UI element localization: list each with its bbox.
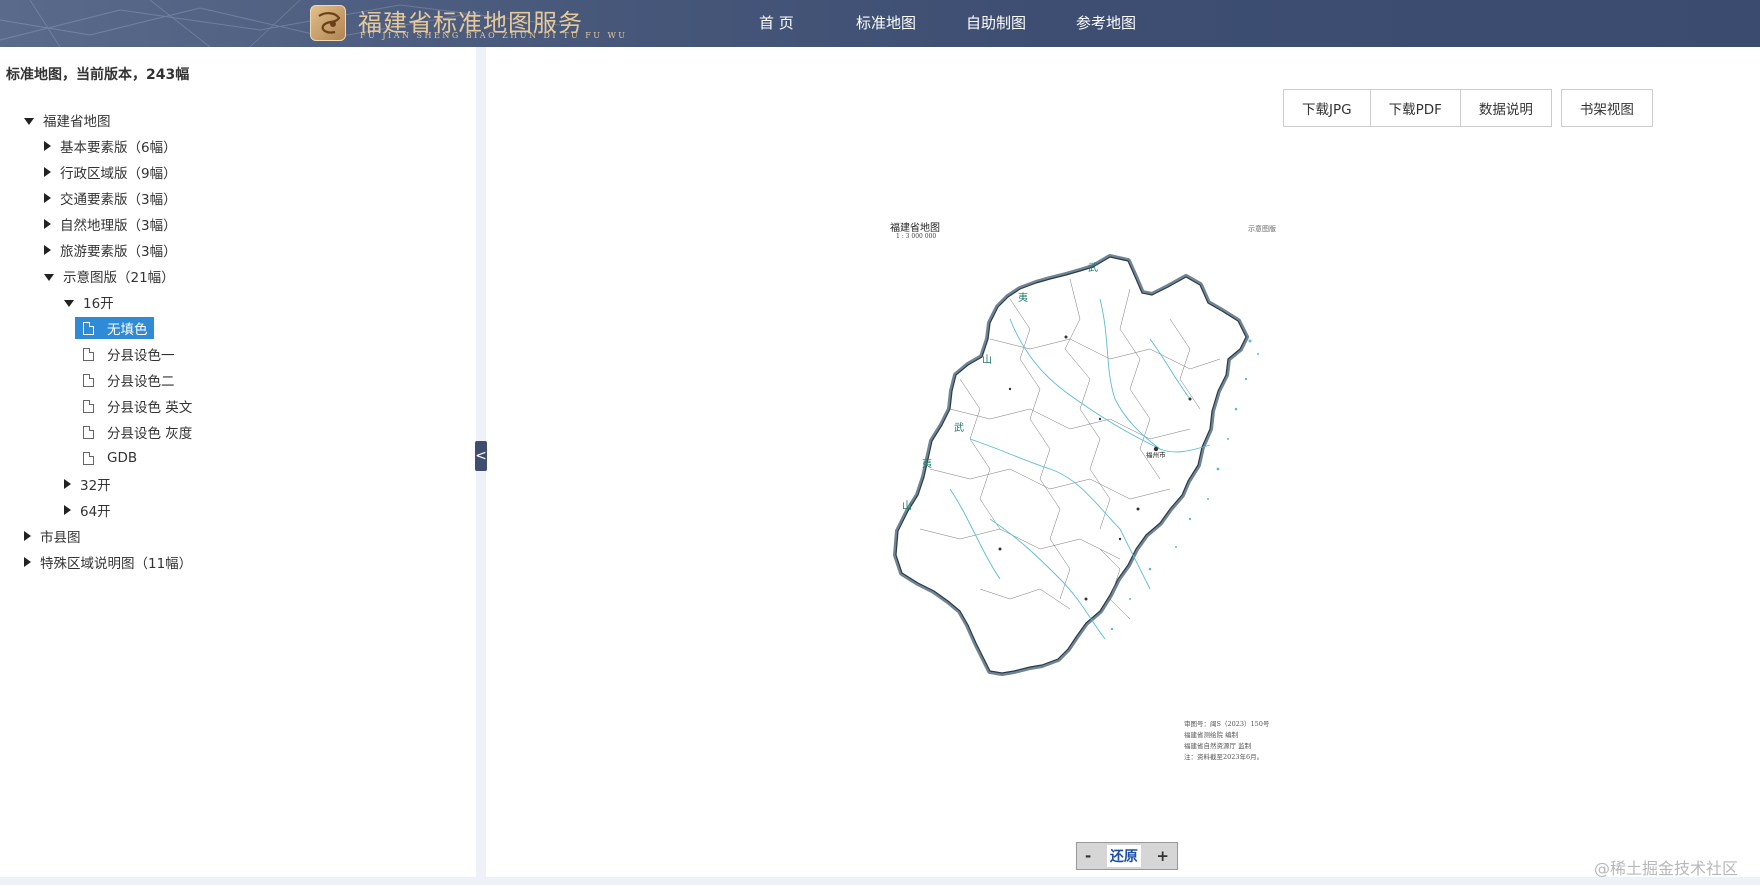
tree-node-64k[interactable]: 64开 bbox=[64, 499, 111, 521]
tree-node-label: 分县设色二 bbox=[107, 374, 175, 390]
download-pdf-button[interactable]: 下载PDF bbox=[1369, 89, 1461, 127]
tree-node-label: 分县设色 灰度 bbox=[107, 426, 193, 442]
caret-right-icon[interactable] bbox=[44, 219, 51, 229]
map-title: 福建省地图 bbox=[890, 223, 940, 234]
caret-right-icon[interactable] bbox=[44, 141, 51, 151]
zoom-out-button[interactable]: - bbox=[1085, 847, 1091, 865]
map-note-line: 福建省自然资源厅 监制 bbox=[1184, 742, 1252, 750]
map-legend-label: 示意图版 bbox=[1248, 225, 1276, 233]
caret-right-icon[interactable] bbox=[44, 167, 51, 177]
svg-text:夷: 夷 bbox=[922, 457, 932, 470]
data-info-button[interactable]: 数据说明 bbox=[1459, 89, 1552, 127]
tree-node-admin[interactable]: 行政区域版（9幅） bbox=[44, 161, 177, 183]
svg-text:山: 山 bbox=[902, 500, 912, 512]
map-toolbar: 下载JPG 下载PDF 数据说明 书架视图 bbox=[1283, 89, 1653, 127]
fujian-province-map: 福州市 武夷山 武夷山 bbox=[893, 254, 1259, 676]
tree-node-schematic[interactable]: 示意图版（21幅） bbox=[44, 265, 175, 287]
tree-node-label: GDB bbox=[107, 450, 138, 466]
tree-node-16k[interactable]: 16开 bbox=[64, 291, 114, 313]
caret-right-icon[interactable] bbox=[44, 193, 51, 203]
zoom-control: - 还原 + bbox=[1076, 842, 1178, 870]
tree-leaf-county-color-2[interactable]: 分县设色二 bbox=[83, 369, 175, 391]
tree-node-label: 示意图版（21幅） bbox=[63, 270, 175, 286]
svg-text:武: 武 bbox=[1088, 261, 1098, 274]
file-icon bbox=[83, 451, 94, 465]
tree-node-label: 无填色 bbox=[107, 322, 148, 338]
map-scale: 1 : 3 000 000 bbox=[896, 233, 937, 240]
file-icon bbox=[83, 321, 94, 335]
tree-leaf-county-color-english[interactable]: 分县设色 英文 bbox=[83, 395, 192, 417]
svg-text:武: 武 bbox=[954, 421, 964, 434]
tree-node-label: 分县设色一 bbox=[107, 348, 175, 364]
tree-leaf-county-color-1[interactable]: 分县设色一 bbox=[83, 343, 175, 365]
svg-text:山: 山 bbox=[982, 354, 992, 366]
caret-right-icon[interactable] bbox=[64, 479, 71, 489]
tree-node-label: 16开 bbox=[83, 296, 114, 312]
tree-node-traffic[interactable]: 交通要素版（3幅） bbox=[44, 187, 177, 209]
caret-right-icon[interactable] bbox=[24, 531, 31, 541]
tree-node-city-county[interactable]: 市县图 bbox=[24, 525, 81, 547]
file-icon bbox=[83, 373, 94, 387]
site-logo-icon[interactable] bbox=[310, 5, 346, 41]
tree-node-label: 32开 bbox=[80, 478, 111, 494]
map-note-line: 审图号：闽S（2023）150号 bbox=[1184, 720, 1270, 728]
shelf-view-button[interactable]: 书架视图 bbox=[1560, 89, 1653, 127]
bottom-strip bbox=[0, 877, 1760, 885]
caret-right-icon[interactable] bbox=[24, 557, 31, 567]
tree-node-label: 分县设色 英文 bbox=[107, 400, 193, 416]
site-subtitle: FU JIAN SHENG BIAO ZHUN DI TU FU WU bbox=[360, 31, 628, 40]
caret-right-icon[interactable] bbox=[64, 505, 71, 515]
tree-node-label: 旅游要素版（3幅） bbox=[60, 244, 177, 260]
nav-standard-map[interactable]: 标准地图 bbox=[856, 12, 916, 33]
tree-node-label: 自然地理版（3幅） bbox=[60, 218, 177, 234]
tree-leaf-no-fill[interactable]: 无填色 bbox=[75, 317, 154, 339]
tree-node-label: 福建省地图 bbox=[43, 114, 111, 130]
tree-node-label: 64开 bbox=[80, 504, 111, 520]
file-icon bbox=[83, 347, 94, 361]
map-note-line: 福建省测绘院 编制 bbox=[1184, 731, 1239, 739]
tree-leaf-gdb[interactable]: GDB bbox=[83, 447, 137, 469]
capital-label: 福州市 bbox=[1146, 450, 1166, 459]
tree-node-32k[interactable]: 32开 bbox=[64, 473, 111, 495]
nav-self-mapping[interactable]: 自助制图 bbox=[966, 12, 1026, 33]
tree-leaf-county-color-gray[interactable]: 分县设色 灰度 bbox=[83, 421, 192, 443]
nav-reference-map[interactable]: 参考地图 bbox=[1076, 12, 1136, 33]
tree-node-physical[interactable]: 自然地理版（3幅） bbox=[44, 213, 177, 235]
nav-home[interactable]: 首 页 bbox=[759, 12, 794, 33]
tree-node-label: 市县图 bbox=[40, 530, 81, 546]
caret-down-icon[interactable] bbox=[24, 117, 34, 125]
tree-node-label: 交通要素版（3幅） bbox=[60, 192, 177, 208]
caret-down-icon[interactable] bbox=[64, 299, 74, 307]
tree-node-label: 特殊区域说明图（11幅） bbox=[40, 556, 193, 572]
tree-node-special-area[interactable]: 特殊区域说明图（11幅） bbox=[24, 551, 192, 573]
map-catalog-panel: 标准地图，当前版本，243幅 福建省地图 基本要素版（6幅） 行政区域版（9幅）… bbox=[0, 47, 476, 877]
file-icon bbox=[83, 425, 94, 439]
zoom-in-button[interactable]: + bbox=[1156, 847, 1169, 865]
watermark: @稀土掘金技术社区 bbox=[1594, 859, 1739, 878]
tree-node-label: 基本要素版（6幅） bbox=[60, 140, 177, 156]
tree-node-tourism[interactable]: 旅游要素版（3幅） bbox=[44, 239, 177, 261]
caret-right-icon[interactable] bbox=[44, 245, 51, 255]
map-note-line: 注：资料截至2023年6月。 bbox=[1184, 753, 1264, 761]
tree-node-fujian-map[interactable]: 福建省地图 bbox=[24, 109, 111, 131]
tree-node-label: 行政区域版（9幅） bbox=[60, 166, 177, 182]
map-viewer: 下载JPG 下载PDF 数据说明 书架视图 福州市 武 夷 山 武 夷 山 福建… bbox=[486, 47, 1760, 877]
catalog-summary: 标准地图，当前版本，243幅 bbox=[6, 67, 190, 83]
map-image[interactable]: 福州市 武夷山 武夷山 福建省地图 1 : 3 000 000 示意图版 审图号… bbox=[890, 219, 1350, 761]
top-header: 福建省标准地图服务 FU JIAN SHENG BIAO ZHUN DI TU … bbox=[0, 0, 1760, 47]
map-approval-note: 审图号：闽S（2023）150号 福建省测绘院 编制 福建省自然资源厅 监制 注… bbox=[1184, 719, 1314, 763]
zoom-reset-button[interactable]: 还原 bbox=[1106, 845, 1141, 867]
tree-node-basic[interactable]: 基本要素版（6幅） bbox=[44, 135, 177, 157]
caret-down-icon[interactable] bbox=[44, 273, 54, 281]
svg-text:夷: 夷 bbox=[1018, 291, 1028, 304]
file-icon bbox=[83, 399, 94, 413]
download-jpg-button[interactable]: 下载JPG bbox=[1283, 89, 1371, 127]
